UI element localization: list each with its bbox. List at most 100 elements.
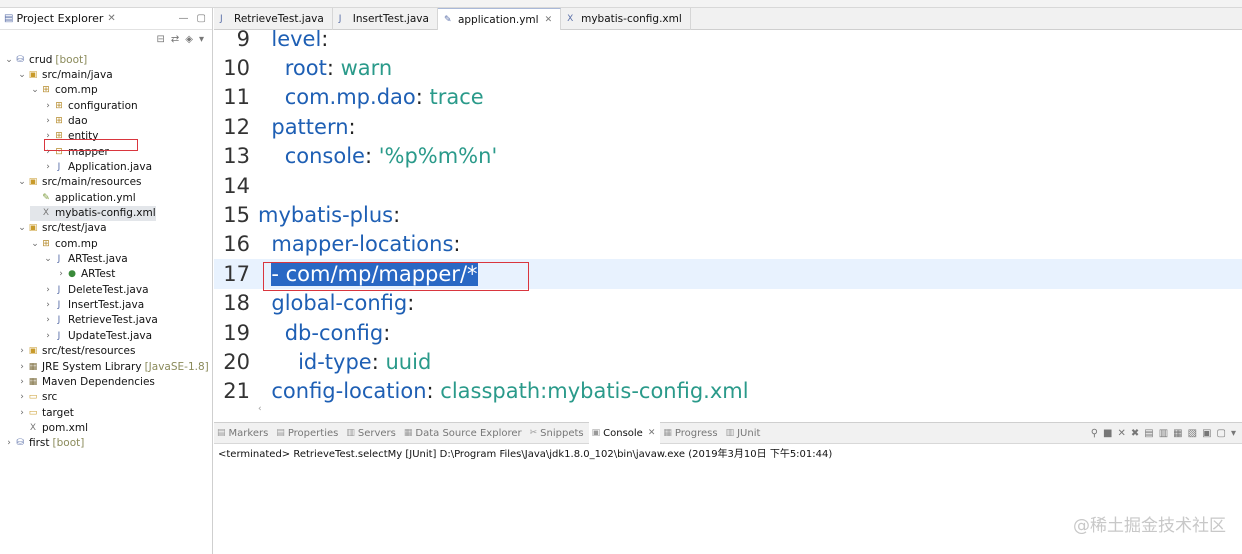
tree-item[interactable]: › ▣ src/test/resources — [17, 344, 135, 359]
chevron-right-icon[interactable]: › — [43, 101, 53, 111]
close-icon[interactable]: ✕ — [545, 15, 553, 25]
close-icon[interactable]: ✕ — [107, 13, 115, 24]
bottom-tab[interactable]: ▦ Progress — [660, 422, 722, 444]
bottom-tab[interactable]: ▤ Properties — [273, 422, 343, 444]
link-editor-icon[interactable]: ⇄ — [171, 34, 179, 45]
view-menu-icon[interactable]: ▾ — [199, 34, 204, 45]
yaml-key: mybatis-plus — [258, 203, 394, 228]
chevron-right-icon[interactable]: › — [43, 300, 53, 310]
chevron-down-icon[interactable]: ⌄ — [17, 177, 27, 187]
collapse-all-icon[interactable]: ⊟ — [156, 34, 164, 45]
chevron-right-icon[interactable]: › — [43, 315, 53, 325]
bottom-tab[interactable]: ▥ JUnit — [723, 422, 766, 444]
tree-item[interactable]: › ▦ Maven Dependencies — [17, 374, 155, 389]
bottom-tab[interactable]: ▥ Servers — [343, 422, 401, 444]
code-line: 16 mapper-locations: — [214, 230, 1242, 259]
tree-item[interactable]: › ● ARTest — [56, 267, 115, 282]
display-selected-icon[interactable]: ▣ — [1202, 428, 1211, 439]
chevron-right-icon[interactable]: › — [17, 346, 27, 356]
line-number: 19 — [223, 320, 250, 345]
chevron-right-icon[interactable]: › — [43, 285, 53, 295]
yaml-separator: : — [326, 56, 341, 81]
tree-item[interactable]: › J InsertTest.java — [43, 298, 144, 313]
bottom-tab[interactable]: ▦ Data Source Explorer — [401, 422, 527, 444]
chevron-right-icon[interactable]: › — [56, 269, 66, 279]
chevron-down-icon[interactable]: ⌄ — [30, 85, 40, 95]
source-folder-icon: ▣ — [28, 223, 38, 234]
chevron-down-icon[interactable]: ⌄ — [43, 254, 53, 264]
tree-item[interactable]: › J DeleteTest.java — [43, 282, 148, 297]
chevron-down-icon[interactable]: ⌄ — [30, 239, 40, 249]
chevron-right-icon[interactable]: › — [43, 162, 53, 172]
editor-tab[interactable]: J RetrieveTest.java — [214, 8, 333, 30]
tree-item[interactable]: › ▭ src — [17, 390, 57, 405]
bottom-tab[interactable]: ✂ Snippets — [527, 422, 589, 444]
line-number: 16 — [223, 232, 250, 257]
code-text: global-config: — [258, 291, 414, 315]
tree-item-label: src/test/java — [42, 222, 107, 235]
java-file-icon: J — [57, 330, 61, 341]
tree-item[interactable]: ⌄ ▣ src/test/java — [17, 221, 107, 236]
tree-item[interactable]: ⌄ ⛁ crud [boot] — [4, 52, 87, 67]
chevron-right-icon[interactable]: › — [17, 377, 27, 387]
chevron-right-icon[interactable]: › — [43, 331, 53, 341]
chevron-down-icon[interactable]: ⌄ — [17, 70, 27, 80]
chevron-right-icon[interactable]: › — [17, 392, 27, 402]
tree-item[interactable]: › J RetrieveTest.java — [43, 313, 158, 328]
bottom-tab[interactable]: ▤ Markers — [214, 422, 273, 444]
tree-item[interactable]: ⌄ ▣ src/main/java — [17, 67, 112, 82]
tree-item[interactable]: › J UpdateTest.java — [43, 328, 152, 343]
yaml-editor[interactable]: 9 level: 10 root: warn 11 com.mp.dao: trac… — [214, 30, 1242, 414]
view-icon: ▦ — [663, 428, 672, 438]
clear-icon[interactable]: ▥ — [1159, 428, 1168, 439]
horizontal-scrollbar[interactable]: ‹ — [214, 404, 1242, 416]
maximize-icon[interactable]: ▢ — [197, 13, 206, 24]
stop-icon[interactable]: ■ — [1103, 428, 1112, 439]
remove-all-icon[interactable]: ✖ — [1131, 428, 1139, 439]
tree-item-decoration: [JavaSE-1.8] — [144, 360, 209, 373]
java-file-icon: J — [220, 14, 223, 24]
tree-item[interactable]: ✎ application.yml — [30, 190, 135, 205]
tree-item[interactable]: ⌄ J ARTest.java — [43, 252, 128, 267]
tree-item[interactable]: Xpom.xml — [17, 420, 88, 435]
tree-item[interactable]: ⌄ ⊞ com.mp — [30, 236, 97, 251]
open-console-icon[interactable]: ▢ — [1217, 428, 1226, 439]
remove-launch-icon[interactable]: ✕ — [1117, 428, 1125, 439]
tree-item[interactable]: › ⛁ first [boot] — [4, 436, 84, 451]
minimize-icon[interactable]: — — [179, 13, 189, 24]
chevron-right-icon[interactable]: › — [43, 116, 53, 126]
tree-item[interactable]: › ▦ JRE System Library [JavaSE-1.8] — [17, 359, 209, 374]
scroll-left-icon[interactable]: ‹ — [258, 404, 262, 414]
project-explorer-header: ▤ Project Explorer ✕ — ▢ — [0, 8, 212, 30]
chevron-right-icon[interactable]: › — [4, 438, 14, 448]
tree-item[interactable]: › ▭ target — [17, 405, 74, 420]
chevron-down-icon[interactable]: ⌄ — [4, 55, 14, 65]
copy-icon[interactable]: ▤ — [1144, 428, 1153, 439]
chevron-right-icon[interactable]: › — [17, 362, 27, 372]
tree-item[interactable]: Xmybatis-config.xml — [30, 205, 156, 221]
editor-tab[interactable]: J InsertTest.java — [333, 8, 438, 30]
tree-item[interactable]: ⌄ ⊞ com.mp — [30, 83, 97, 98]
java-file-icon: J — [57, 161, 61, 172]
view-menu-icon[interactable]: ▾ — [1231, 428, 1236, 439]
chevron-right-icon[interactable]: › — [17, 408, 27, 418]
word-wrap-icon[interactable]: ▧ — [1188, 428, 1197, 439]
console-output[interactable] — [214, 460, 1242, 554]
editor-tab[interactable]: Xmybatis-config.xml — [561, 8, 691, 30]
tree-item-label: pom.xml — [42, 421, 89, 434]
editor-tab[interactable]: ✎ application.yml ✕ — [437, 8, 562, 30]
tree-item[interactable]: ⌄ ▣ src/main/resources — [17, 175, 141, 190]
scroll-lock-icon[interactable]: ▦ — [1173, 428, 1182, 439]
yaml-key: db-config — [284, 320, 384, 345]
tree-item[interactable]: › ⊞ dao — [43, 113, 87, 128]
chevron-down-icon[interactable]: ⌄ — [17, 223, 27, 233]
bottom-tab[interactable]: ▣ Console ✕ — [588, 422, 661, 444]
close-icon[interactable]: ✕ — [648, 428, 656, 438]
focus-icon[interactable]: ◈ — [185, 34, 193, 45]
tree-item[interactable]: › J Application.java — [43, 159, 152, 174]
tree-item[interactable]: › ⊞ configuration — [43, 98, 137, 113]
pin-icon[interactable]: ⚲ — [1091, 428, 1098, 439]
view-icon: ▣ — [591, 428, 601, 438]
bottom-tab-label: Properties — [287, 427, 339, 439]
